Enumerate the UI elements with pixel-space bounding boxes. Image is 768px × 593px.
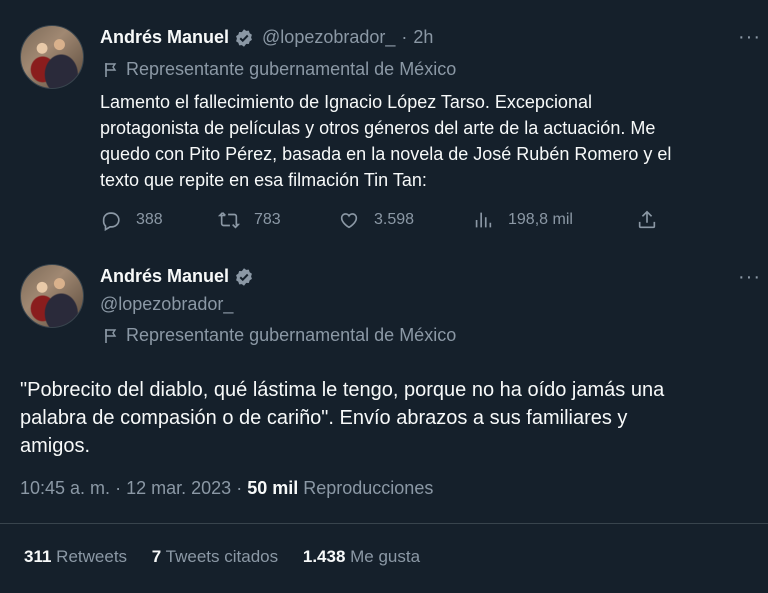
views-count: 198,8 mil xyxy=(508,211,573,228)
share-icon xyxy=(638,210,656,229)
retweet-icon xyxy=(218,212,240,229)
like-button[interactable]: 3.598 xyxy=(338,209,414,231)
text-line: protagonista de películas y otros género… xyxy=(100,118,656,138)
likes-count: 1.438 xyxy=(302,547,346,566)
verified-badge-icon xyxy=(236,28,252,47)
avatar[interactable] xyxy=(20,25,84,89)
author-name[interactable]: Andrés Manuel xyxy=(100,266,229,287)
quotes-stat[interactable]: 7 Tweets citados xyxy=(152,547,278,566)
views-icon xyxy=(475,212,492,228)
timestamp[interactable]: 2h xyxy=(413,27,433,48)
reply-button[interactable]: 388 xyxy=(100,209,163,231)
retweets-count: 311 xyxy=(24,547,52,566)
more-icon[interactable]: ··· xyxy=(738,26,761,49)
views-label: Reproducciones xyxy=(303,478,434,498)
more-icon[interactable]: ··· xyxy=(738,266,761,289)
text-line: amigos. xyxy=(20,435,91,457)
like-count: 3.598 xyxy=(374,211,415,228)
separator: · xyxy=(401,27,408,47)
retweets-label: Retweets xyxy=(56,547,128,566)
government-label: Representante gubernamental de México xyxy=(126,325,457,345)
action-bar: 388 783 3.598 198,8 mil xyxy=(100,207,660,237)
verified-badge-icon xyxy=(236,267,252,286)
author-handle[interactable]: @lopezobrador_ xyxy=(262,27,395,48)
author-name[interactable]: Andrés Manuel xyxy=(100,27,229,48)
retweet-count: 783 xyxy=(254,211,281,228)
share-button[interactable] xyxy=(636,209,672,231)
government-flag-icon xyxy=(105,62,117,77)
quotes-count: 7 xyxy=(151,547,162,566)
tweet-text: "Pobrecito del diablo, qué lástima le te… xyxy=(20,376,760,460)
separator: · xyxy=(115,478,122,498)
reply-icon xyxy=(102,212,120,231)
likes-stat[interactable]: 1.438 Me gusta xyxy=(303,547,420,566)
retweets-stat[interactable]: 311 Retweets xyxy=(24,547,127,566)
separator: · xyxy=(236,478,243,498)
text-line: Lamento el fallecimiento de Ignacio Lópe… xyxy=(100,92,592,112)
text-line: "Pobrecito del diablo, qué lástima le te… xyxy=(20,379,665,401)
government-flag-icon xyxy=(105,328,117,343)
engagement-stats: 311 Retweets 7 Tweets citados 1.438 Me g… xyxy=(24,547,440,567)
divider xyxy=(0,523,768,524)
government-label: Representante gubernamental de México xyxy=(126,59,457,79)
avatar[interactable] xyxy=(20,264,84,328)
tweet-date[interactable]: 12 mar. 2023 xyxy=(126,478,231,498)
quotes-label: Tweets citados xyxy=(165,547,279,566)
tweet-time[interactable]: 10:45 a. m. xyxy=(20,478,110,498)
reply-count: 388 xyxy=(136,211,163,228)
like-icon xyxy=(340,213,358,229)
likes-label: Me gusta xyxy=(350,547,421,566)
text-line: quedo con Pito Pérez, basada en la novel… xyxy=(100,144,672,164)
views-count: 50 mil xyxy=(247,478,299,498)
text-line: palabra de compasión o de cariño". Envío… xyxy=(20,407,628,429)
text-line: texto que repite en esa filmación Tin Ta… xyxy=(100,170,427,190)
tweet-metadata: 10:45 a. m. · 12 mar. 2023 · 50 mil Repr… xyxy=(20,478,433,499)
views-button[interactable]: 198,8 mil xyxy=(472,209,573,231)
retweet-button[interactable]: 783 xyxy=(218,209,281,231)
author-handle[interactable]: @lopezobrador_ xyxy=(100,294,233,315)
tweet-text: Lamento el fallecimiento de Ignacio Lópe… xyxy=(100,89,760,193)
